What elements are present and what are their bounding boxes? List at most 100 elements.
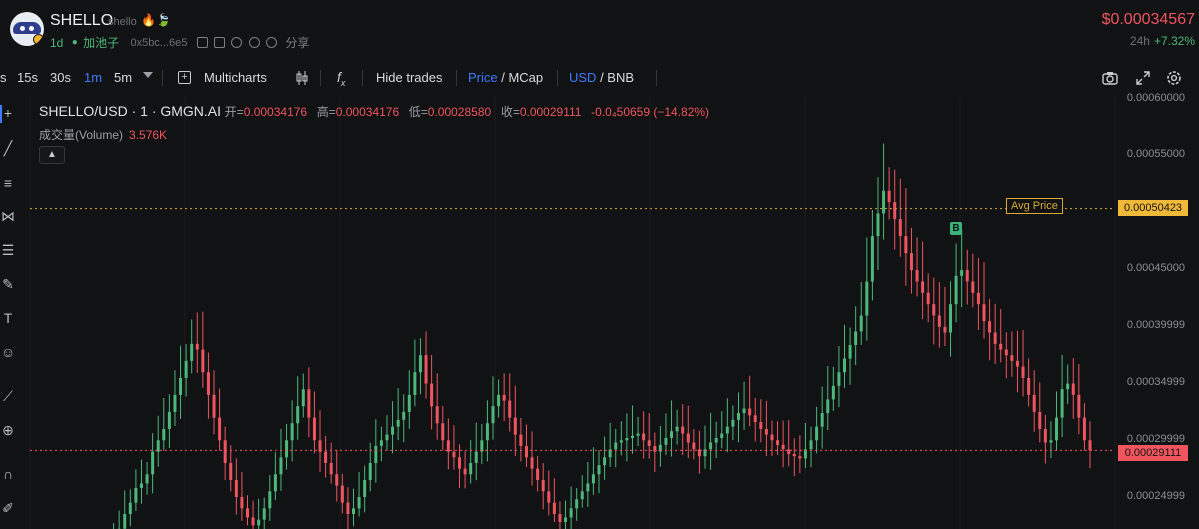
- candle-body: [647, 440, 651, 446]
- pair-label: SHELLO/USD · 1 · GMGN.AI: [39, 103, 222, 119]
- toolbar-divider: [456, 70, 457, 86]
- interval-1s[interactable]: s: [0, 70, 7, 85]
- token-symbol: shello: [108, 16, 137, 28]
- buy-trade-marker[interactable]: B: [950, 222, 962, 235]
- interval-30s[interactable]: 30s: [50, 70, 71, 85]
- price-option[interactable]: Price: [468, 70, 498, 85]
- fullscreen-icon[interactable]: [1134, 69, 1152, 87]
- candle-body: [564, 517, 568, 522]
- candle-body: [541, 479, 545, 492]
- candle-body: [1032, 394, 1036, 412]
- candle-body: [134, 487, 138, 503]
- candle-body: [223, 440, 227, 463]
- token-avatar[interactable]: [10, 12, 44, 46]
- candle-body: [1066, 383, 1070, 390]
- image-icon[interactable]: [214, 37, 226, 48]
- candle-body: [586, 483, 590, 492]
- contract-address[interactable]: 0x5bc...6e5: [130, 37, 187, 49]
- candle-body: [876, 213, 880, 237]
- usd-option[interactable]: USD: [569, 70, 596, 85]
- candles-group: [113, 143, 1092, 529]
- candle-body: [206, 372, 210, 395]
- candle-body: [915, 270, 919, 282]
- add-pool-link[interactable]: 加池子: [83, 34, 119, 51]
- chart-grid: [29, 97, 1116, 529]
- candle-body: [1004, 349, 1008, 356]
- candle-body: [502, 394, 506, 401]
- hide-trades-button[interactable]: Hide trades: [376, 70, 442, 85]
- candle-body: [251, 517, 255, 526]
- gear-icon[interactable]: [1165, 69, 1183, 87]
- candle-body: [1043, 428, 1047, 443]
- candle-body: [329, 462, 333, 475]
- candle-body: [497, 394, 501, 407]
- bnb-option[interactable]: BNB: [607, 70, 634, 85]
- telegram-icon[interactable]: [248, 37, 260, 48]
- collapse-legend-button[interactable]: ▲: [39, 146, 65, 164]
- candle-body: [245, 508, 249, 518]
- candle-body: [731, 419, 735, 427]
- search-icon[interactable]: [231, 37, 243, 48]
- candle-body: [988, 321, 992, 333]
- candle-body: [1082, 417, 1086, 441]
- candle-body: [491, 406, 495, 424]
- interval-5m[interactable]: 5m: [114, 70, 132, 85]
- interval-1m[interactable]: 1m: [84, 70, 102, 85]
- avatar-eye-shape: [29, 26, 34, 31]
- candle-body: [156, 440, 160, 452]
- candle-body: [452, 451, 456, 458]
- candle-body: [865, 281, 869, 316]
- candle-body: [368, 462, 372, 480]
- candle-body: [435, 406, 439, 424]
- candle-body: [781, 444, 785, 450]
- candle-body: [195, 343, 199, 350]
- candle-body: [630, 435, 634, 439]
- currency-toggle[interactable]: USD / BNB: [569, 70, 634, 85]
- candle-body: [1021, 366, 1025, 378]
- interval-15s[interactable]: 15s: [17, 70, 38, 85]
- current-price: $0.00034567: [1101, 11, 1195, 28]
- candle-body: [524, 445, 528, 458]
- candle-body: [558, 514, 562, 522]
- camera-icon[interactable]: [1101, 69, 1119, 87]
- candle-type-icon[interactable]: [295, 70, 309, 86]
- candle-body: [787, 449, 791, 454]
- candle-body: [625, 438, 629, 441]
- candle-body: [569, 508, 573, 518]
- candle-body: [418, 355, 422, 373]
- candle-body: [469, 462, 473, 475]
- candle-body: [575, 499, 579, 509]
- plus-icon[interactable]: +: [178, 71, 191, 84]
- copy-icon[interactable]: [196, 37, 208, 48]
- share-link[interactable]: 分享: [285, 34, 309, 51]
- close-value: 0.00029111: [519, 105, 582, 119]
- share-icon[interactable]: [266, 37, 278, 48]
- candle-body: [580, 491, 584, 500]
- candle-body: [681, 426, 685, 434]
- price-mcap-toggle[interactable]: Price / MCap: [468, 70, 543, 85]
- indicators-icon[interactable]: fx: [337, 69, 345, 88]
- price-axis-tick: 0.00029999: [1126, 433, 1185, 445]
- mcap-option[interactable]: MCap: [508, 70, 543, 85]
- candle-body: [463, 468, 467, 475]
- chevron-down-icon[interactable]: [143, 72, 153, 78]
- candle-body: [547, 491, 551, 503]
- toolbar-divider: [362, 70, 363, 86]
- candle-body: [949, 304, 953, 333]
- candle-body: [324, 451, 328, 463]
- candle-body: [776, 440, 780, 445]
- candlestick-chart[interactable]: [0, 97, 1199, 529]
- candle-body: [921, 281, 925, 293]
- multicharts-button[interactable]: Multicharts: [204, 70, 267, 85]
- avg-price-tag: 0.00050423: [1118, 200, 1188, 216]
- candle-body: [201, 349, 205, 373]
- change-value: +7.32%: [1153, 34, 1195, 48]
- candle-body: [184, 360, 188, 378]
- candle-body: [664, 438, 668, 445]
- candle-body: [441, 423, 445, 441]
- candle-body: [262, 508, 266, 520]
- candle-body: [167, 411, 171, 429]
- candle-body: [1010, 355, 1014, 361]
- candle-body: [123, 514, 127, 529]
- candle-body: [614, 442, 618, 450]
